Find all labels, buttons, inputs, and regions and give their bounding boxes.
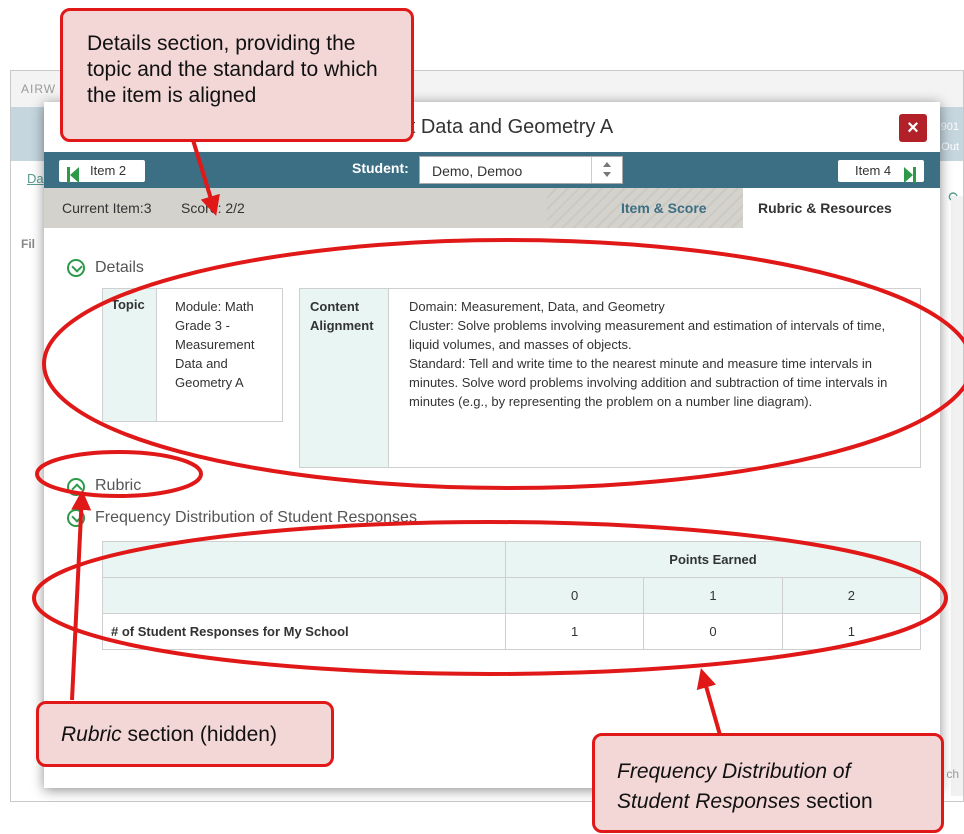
- details-highlight-ellipse: [42, 238, 964, 490]
- rubric-callout-rest: section (hidden): [121, 723, 277, 746]
- rubric-highlight-ellipse: [35, 450, 203, 498]
- details-callout: Details section, providing the topic and…: [60, 8, 414, 142]
- details-callout-text: Details section, providing the topic and…: [87, 32, 378, 107]
- rubric-callout-emphasis: Rubric: [61, 723, 122, 746]
- frequency-callout-rest: section: [800, 790, 873, 813]
- rubric-callout: Rubric section (hidden): [36, 701, 334, 767]
- rubric-arrow: [70, 490, 92, 701]
- details-arrow: [191, 139, 220, 216]
- frequency-callout-text: Frequency Distribution of Student Respon…: [617, 757, 907, 817]
- rubric-callout-text: Rubric section (hidden): [61, 722, 277, 748]
- frequency-highlight-ellipse: [32, 520, 948, 676]
- frequency-arrow: [696, 668, 722, 736]
- frequency-callout: Frequency Distribution of Student Respon…: [592, 733, 944, 833]
